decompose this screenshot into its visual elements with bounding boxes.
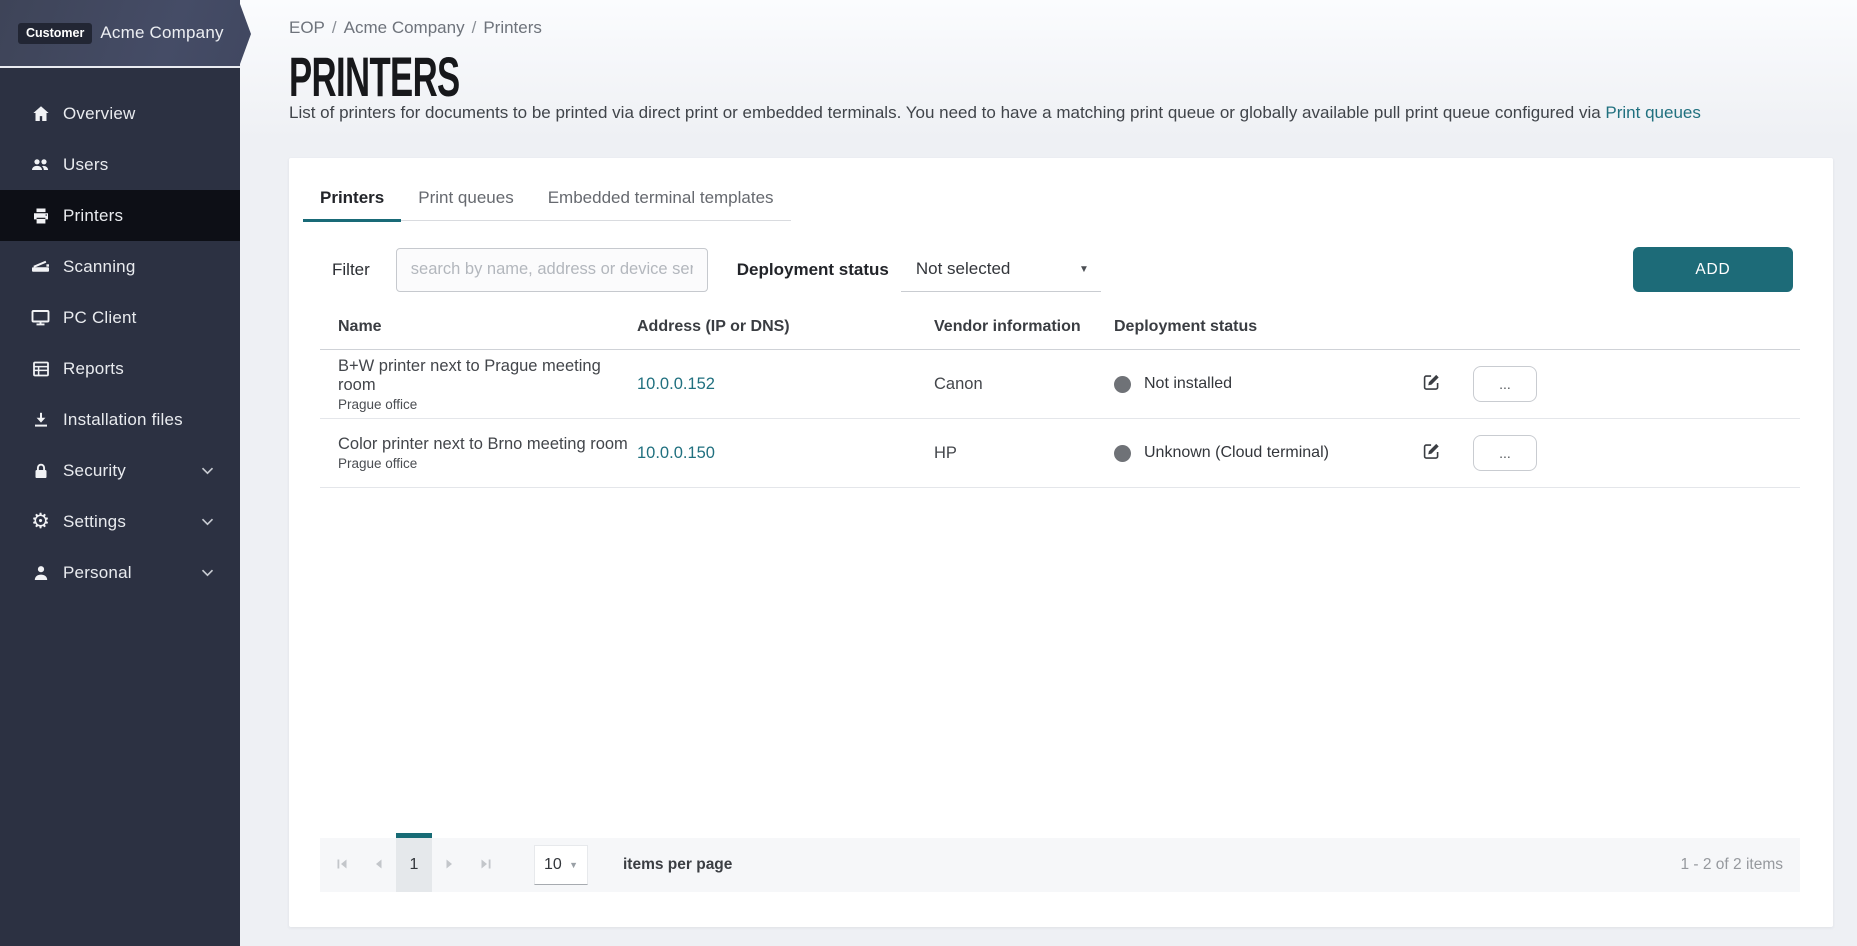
lock-icon — [30, 460, 51, 481]
row-menu-button[interactable]: ... — [1473, 366, 1537, 402]
deployment-status-value: Not installed — [1144, 375, 1232, 393]
next-page-button[interactable] — [432, 838, 468, 892]
column-header-name: Name — [320, 318, 637, 336]
printer-icon — [30, 205, 51, 226]
page-description: List of printers for documents to be pri… — [289, 103, 1701, 123]
sidebar-item-printers[interactable]: Printers — [0, 190, 240, 241]
column-header-vendor: Vendor information — [934, 318, 1114, 336]
sidebar-nav: Overview Users Printers Scanning PC Clie… — [0, 68, 240, 598]
customer-banner: Customer Acme Company — [0, 0, 240, 68]
sidebar-item-settings[interactable]: ⚙ Settings — [0, 496, 240, 547]
page-number-button[interactable]: 1 — [396, 838, 432, 892]
column-header-address: Address (IP or DNS) — [637, 318, 934, 336]
reports-icon — [30, 358, 51, 379]
search-input[interactable] — [396, 248, 708, 292]
chevron-down-icon — [201, 518, 214, 526]
pagination-bar: 1 10 ▼ items per page 1 - 2 of 2 items — [320, 838, 1800, 892]
deployment-status-value: Unknown (Cloud terminal) — [1144, 444, 1329, 462]
filter-label: Filter — [332, 260, 370, 280]
breadcrumb-item-eop[interactable]: EOP — [289, 18, 325, 37]
tab-print-queues[interactable]: Print queues — [401, 180, 530, 220]
customer-badge: Customer — [18, 23, 92, 44]
edit-button[interactable] — [1419, 439, 1444, 467]
printer-name: B+W printer next to Prague meeting room — [338, 357, 637, 395]
print-queues-link[interactable]: Print queues — [1605, 103, 1700, 122]
scanner-icon — [30, 256, 51, 277]
page-title: PRINTERS — [289, 44, 460, 109]
status-dot — [1114, 376, 1131, 393]
printer-vendor: Canon — [934, 375, 983, 394]
filter-toolbar: Filter Deployment status Not selected ▼ … — [289, 247, 1833, 292]
printers-table: Name Address (IP or DNS) Vendor informat… — [320, 305, 1800, 488]
page-size-select[interactable]: 10 ▼ — [534, 845, 588, 885]
arrow-left-icon — [373, 858, 383, 873]
chevron-down-icon — [201, 569, 214, 577]
sidebar-item-reports[interactable]: Reports — [0, 343, 240, 394]
caret-down-icon: ▼ — [1079, 264, 1089, 275]
breadcrumb-item-company[interactable]: Acme Company — [344, 18, 465, 37]
table-row: Color printer next to Brno meeting room … — [320, 419, 1800, 488]
gear-icon: ⚙ — [30, 511, 51, 532]
sidebar-item-personal[interactable]: Personal — [0, 547, 240, 598]
status-dot — [1114, 445, 1131, 462]
sidebar-item-overview[interactable]: Overview — [0, 88, 240, 139]
items-per-page-label: items per page — [623, 856, 732, 874]
printer-location: Prague office — [338, 397, 637, 412]
sidebar-item-users[interactable]: Users — [0, 139, 240, 190]
tab-embedded-terminal-templates[interactable]: Embedded terminal templates — [531, 180, 791, 220]
sidebar-item-pc-client[interactable]: PC Client — [0, 292, 240, 343]
first-page-button[interactable] — [324, 838, 360, 892]
printer-name: Color printer next to Brno meeting room — [338, 435, 628, 454]
printer-address-link[interactable]: 10.0.0.152 — [637, 375, 715, 394]
tab-printers[interactable]: Printers — [303, 180, 401, 220]
edit-icon — [1421, 372, 1442, 396]
caret-down-icon: ▼ — [569, 860, 578, 870]
monitor-icon — [30, 307, 51, 328]
main-content: EOP/Acme Company/Printers PRINTERS List … — [240, 0, 1857, 946]
previous-page-button[interactable] — [360, 838, 396, 892]
last-page-button[interactable] — [468, 838, 504, 892]
printer-address-link[interactable]: 10.0.0.150 — [637, 444, 715, 463]
edit-icon — [1421, 441, 1442, 465]
row-menu-button[interactable]: ... — [1473, 435, 1537, 471]
add-button[interactable]: ADD — [1633, 247, 1793, 292]
chevron-down-icon — [201, 467, 214, 475]
printers-card: Printers Print queues Embedded terminal … — [289, 158, 1833, 927]
printer-vendor: HP — [934, 444, 957, 463]
seek-last-icon — [479, 858, 493, 873]
printer-location: Prague office — [338, 456, 628, 471]
arrow-right-icon — [445, 858, 455, 873]
download-icon — [30, 409, 51, 430]
deployment-status-dropdown[interactable]: Not selected ▼ — [901, 248, 1101, 292]
person-icon — [30, 562, 51, 583]
sidebar-item-scanning[interactable]: Scanning — [0, 241, 240, 292]
breadcrumb-item-printers: Printers — [483, 18, 542, 37]
table-header-row: Name Address (IP or DNS) Vendor informat… — [320, 305, 1800, 350]
home-icon — [30, 103, 51, 124]
edit-button[interactable] — [1419, 370, 1444, 398]
sidebar: Customer Acme Company Overview Users Pri… — [0, 0, 240, 946]
table-row: B+W printer next to Prague meeting room … — [320, 350, 1800, 419]
column-header-deployment-status: Deployment status — [1114, 318, 1408, 336]
seek-first-icon — [335, 858, 349, 873]
breadcrumb: EOP/Acme Company/Printers — [289, 18, 542, 38]
deployment-status-label: Deployment status — [737, 260, 889, 280]
users-icon — [30, 154, 51, 175]
pagination-summary: 1 - 2 of 2 items — [1680, 856, 1783, 874]
sidebar-item-installation-files[interactable]: Installation files — [0, 394, 240, 445]
customer-name: Acme Company — [100, 23, 223, 43]
sidebar-item-security[interactable]: Security — [0, 445, 240, 496]
tabstrip: Printers Print queues Embedded terminal … — [303, 180, 791, 221]
